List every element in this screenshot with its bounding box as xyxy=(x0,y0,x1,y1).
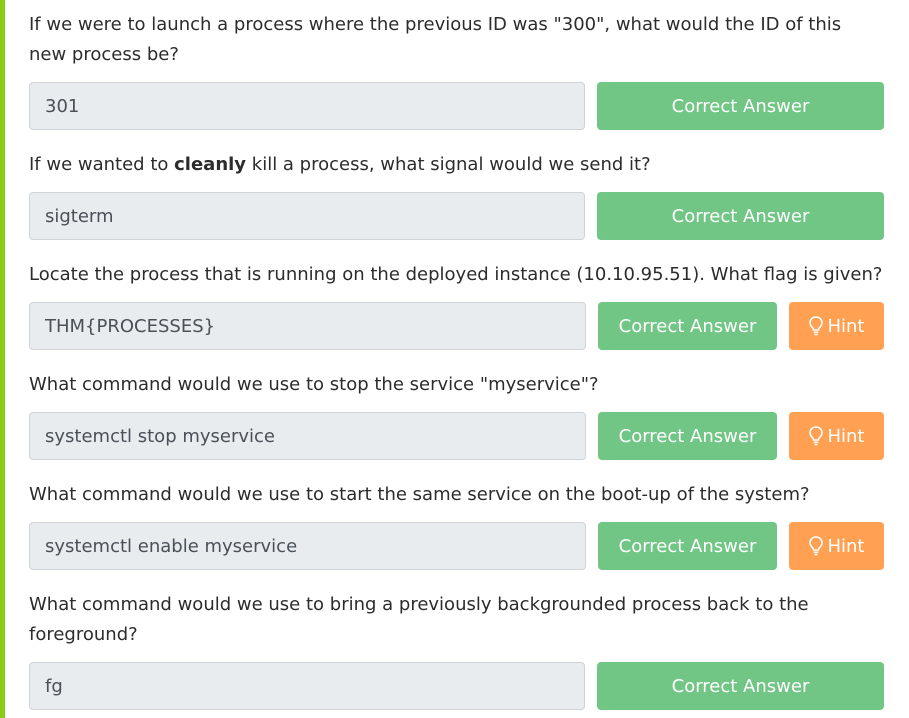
hint-button[interactable]: Hint xyxy=(789,522,884,570)
question-text: What command would we use to stop the se… xyxy=(29,374,599,395)
correct-answer-button[interactable]: Correct Answer xyxy=(597,662,884,710)
correct-answer-button[interactable]: Correct Answer xyxy=(598,302,777,350)
question-block: What command would we use to stop the se… xyxy=(29,370,884,460)
answer-field[interactable]: 301 xyxy=(29,82,585,130)
hint-label: Hint xyxy=(827,315,865,337)
answer-row: 301 Correct Answer xyxy=(29,82,884,130)
question-text: What command would we use to start the s… xyxy=(29,484,810,505)
answer-row: THM{PROCESSES} Correct Answer Hint xyxy=(29,302,884,350)
question-text: If we wanted to cleanly kill a process, … xyxy=(29,150,884,180)
question-block: If we wanted to cleanly kill a process, … xyxy=(29,150,884,240)
lightbulb-icon xyxy=(808,535,824,557)
question-block: Locate the process that is running on th… xyxy=(29,260,884,350)
question-text: If we were to launch a process where the… xyxy=(29,14,842,65)
answer-field[interactable]: systemctl enable myservice xyxy=(29,522,586,570)
question-block: If we were to launch a process where the… xyxy=(29,0,884,130)
hint-label: Hint xyxy=(827,425,865,447)
hint-button[interactable]: Hint xyxy=(789,412,884,460)
answer-row: systemctl stop myservice Correct Answer … xyxy=(29,412,884,460)
lightbulb-icon xyxy=(808,315,824,337)
answer-field[interactable]: fg xyxy=(29,662,585,710)
question-text-part: kill a process, what signal would we sen… xyxy=(246,154,651,175)
answer-field[interactable]: systemctl stop myservice xyxy=(29,412,586,460)
hint-label: Hint xyxy=(827,535,865,557)
answer-field[interactable]: sigterm xyxy=(29,192,585,240)
correct-answer-button[interactable]: Correct Answer xyxy=(597,82,884,130)
correct-answer-button[interactable]: Correct Answer xyxy=(598,522,777,570)
correct-answer-button[interactable]: Correct Answer xyxy=(598,412,777,460)
answer-field[interactable]: THM{PROCESSES} xyxy=(29,302,586,350)
question-list: If we were to launch a process where the… xyxy=(29,0,884,710)
question-text: What command would we use to bring a pre… xyxy=(29,594,809,645)
lightbulb-icon xyxy=(808,425,824,447)
question-text-emphasis: cleanly xyxy=(174,154,247,175)
task-accent-bar xyxy=(0,0,5,718)
correct-answer-button[interactable]: Correct Answer xyxy=(597,192,884,240)
question-text: Locate the process that is running on th… xyxy=(29,264,883,285)
answer-row: sigterm Correct Answer xyxy=(29,192,884,240)
answer-row: systemctl enable myservice Correct Answe… xyxy=(29,522,884,570)
question-block: What command would we use to start the s… xyxy=(29,480,884,570)
hint-button[interactable]: Hint xyxy=(789,302,884,350)
answer-row: fg Correct Answer xyxy=(29,662,884,710)
question-block: What command would we use to bring a pre… xyxy=(29,590,884,710)
question-text-part: If we wanted to xyxy=(29,154,175,175)
